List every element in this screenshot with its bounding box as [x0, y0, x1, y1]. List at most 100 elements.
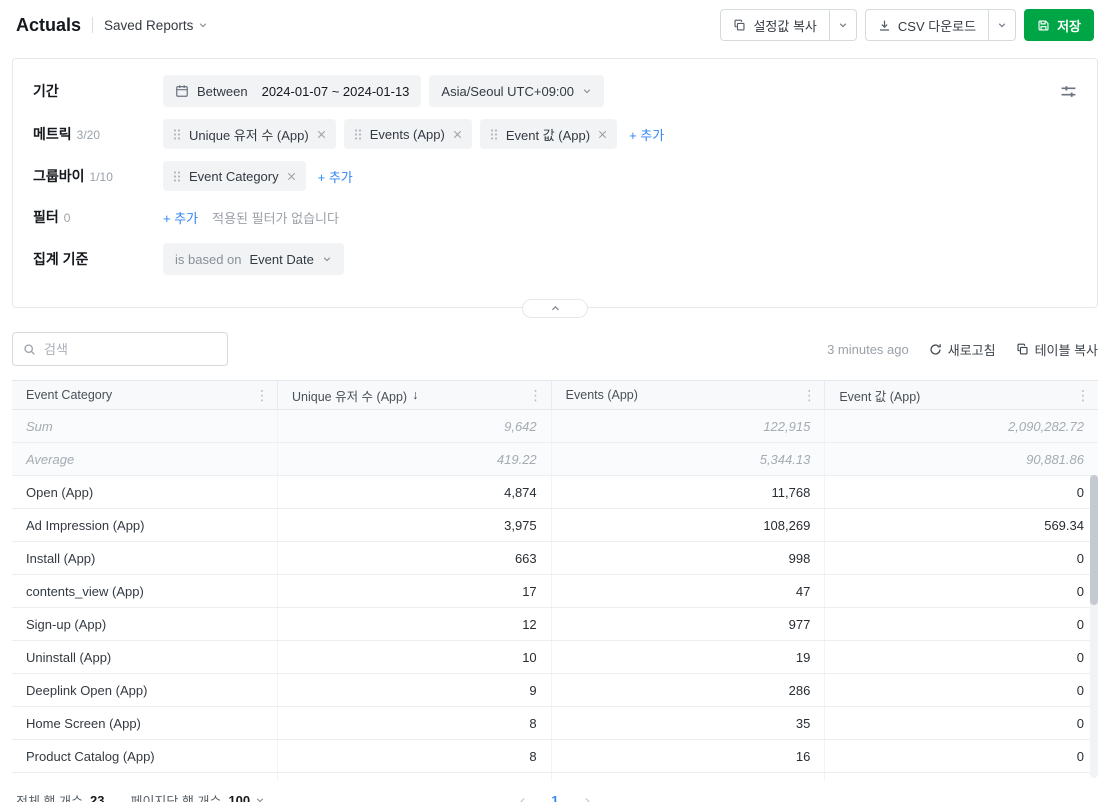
copy-settings-label: 설정값 복사	[753, 18, 817, 34]
groupby-chip[interactable]: Event Category	[163, 161, 306, 191]
column-menu-icon[interactable]: ⋮	[794, 388, 816, 402]
table-row[interactable]: Deeplink Open (App) 9 286 0	[12, 674, 1098, 707]
table-row[interactable]: Ad Impression (App) 3,975 108,269 569.34	[12, 509, 1098, 542]
rows-per-page-select[interactable]: 페이지당 행 개수 100	[131, 791, 266, 802]
column-menu-icon[interactable]: ⋮	[247, 388, 269, 402]
scrollbar-thumb[interactable]	[1090, 475, 1098, 605]
value-cell: 11,768	[550, 476, 825, 508]
drag-handle-icon[interactable]	[173, 128, 181, 141]
saved-reports-menu[interactable]: Saved Reports	[104, 18, 208, 33]
csv-download-group: CSV 다운로드	[864, 9, 1017, 41]
download-icon	[878, 19, 891, 32]
value-cell: 10	[277, 641, 551, 673]
metric-chip[interactable]: Event 값 (App)	[479, 119, 618, 149]
groupby-row: 그룹바이 1/10 Event Category + 추가	[33, 161, 1077, 191]
value-cell: 4,874	[277, 476, 551, 508]
groupby-count: 1/10	[89, 170, 113, 184]
table-row[interactable]: contents_view (App) 17 47 0	[12, 575, 1098, 608]
remove-chip-icon[interactable]	[598, 130, 607, 139]
chevron-down-icon	[198, 20, 208, 30]
value-cell: 16	[550, 740, 825, 772]
adjust-settings-icon[interactable]	[1060, 83, 1077, 100]
date-range-picker[interactable]: Between 2024-01-07 ~ 2024-01-13	[163, 75, 422, 107]
value-cell: 569.34	[824, 509, 1098, 541]
period-label: 기간	[33, 83, 59, 99]
copy-settings-dropdown-button[interactable]	[828, 9, 857, 41]
table-row[interactable]: Sign-up (App) 12 977 0	[12, 608, 1098, 641]
add-groupby-button[interactable]: + 추가	[318, 167, 353, 186]
value-cell: 12	[277, 608, 551, 640]
current-page[interactable]: 1	[551, 793, 558, 802]
search-box[interactable]	[12, 332, 228, 366]
sort-desc-icon[interactable]: ↓	[412, 388, 418, 402]
results-table: Event Category ⋮ Unique 유저 수 (App) ↓ ⋮ Events…	[12, 380, 1098, 780]
refresh-icon	[929, 343, 942, 356]
summary-label: Average	[26, 451, 75, 467]
table-row[interactable]: Home Screen (App) 8 35 0	[12, 707, 1098, 740]
table-toolbar: 3 minutes ago 새로고침 테이블 복사	[12, 332, 1098, 366]
remove-chip-icon[interactable]	[317, 130, 326, 139]
topbar-actions: 설정값 복사 CSV 다운로드 저장	[720, 9, 1094, 41]
timezone-select[interactable]: Asia/Seoul UTC+09:00	[429, 75, 605, 107]
column-header[interactable]: Event 값 (App) ⋮	[824, 381, 1098, 409]
aggregation-label: 집계 기준	[33, 251, 89, 267]
table-footer: 전체 행 개수 23 페이지당 행 개수 100 ‹ 1 ›	[0, 780, 1110, 802]
value-cell: 151	[550, 773, 825, 780]
csv-download-button[interactable]: CSV 다운로드	[864, 9, 990, 41]
remove-chip-icon[interactable]	[287, 172, 296, 181]
column-header[interactable]: Events (App) ⋮	[550, 381, 825, 409]
search-input[interactable]	[44, 341, 217, 357]
chevron-down-icon	[322, 254, 332, 264]
table-header-row: Event Category ⋮ Unique 유저 수 (App) ↓ ⋮ Events…	[12, 380, 1098, 410]
table-row[interactable]: Open (App) 4,874 11,768 0	[12, 476, 1098, 509]
filters-label: 필터	[33, 209, 59, 225]
scrollbar-track[interactable]	[1090, 475, 1098, 778]
chevron-down-icon	[255, 795, 265, 802]
refresh-button[interactable]: 새로고침	[929, 340, 996, 359]
copy-settings-button[interactable]: 설정값 복사	[720, 9, 830, 41]
total-rows-value: 23	[90, 792, 105, 802]
column-menu-icon[interactable]: ⋮	[521, 388, 543, 402]
aggregation-row: 집계 기준 is based on Event Date	[33, 243, 1077, 275]
collapse-panel-button[interactable]	[522, 299, 588, 318]
prev-page-button[interactable]: ‹	[520, 792, 526, 802]
column-header[interactable]: Unique 유저 수 (App) ↓ ⋮	[277, 381, 551, 409]
csv-download-dropdown-button[interactable]	[988, 9, 1017, 41]
table-row[interactable]: Install (App) 663 998 0	[12, 542, 1098, 575]
copy-table-button[interactable]: 테이블 복사	[1016, 340, 1098, 359]
add-metric-button[interactable]: + 추가	[629, 125, 664, 144]
summary-row: Average 419.22 5,344.13 90,881.86	[12, 443, 1098, 476]
metric-chip[interactable]: Events (App)	[343, 119, 472, 149]
groupby-label: 그룹바이	[33, 168, 85, 184]
metric-chip[interactable]: Unique 유저 수 (App)	[163, 119, 336, 149]
column-header-label: Events (App)	[565, 388, 638, 402]
aggregation-basis-select[interactable]: is based on Event Date	[163, 243, 344, 275]
table-row[interactable]: Uninstall (App) 10 19 0	[12, 641, 1098, 674]
table-row[interactable]: Product Catalog (App) 8 16 0	[12, 740, 1098, 773]
value-cell: 9,642	[277, 410, 551, 442]
save-label: 저장	[1057, 18, 1081, 34]
value-cell: 35	[550, 707, 825, 739]
value-cell: 47	[550, 575, 825, 607]
period-row: 기간 Between 2024-01-07 ~ 2024-01-13 Asia/…	[33, 75, 1077, 107]
drag-handle-icon[interactable]	[173, 170, 181, 183]
drag-handle-icon[interactable]	[354, 128, 362, 141]
value-cell: 134,596	[824, 773, 1098, 780]
save-button[interactable]: 저장	[1024, 9, 1094, 41]
add-filter-button[interactable]: + 추가	[163, 208, 198, 227]
value-cell: 2,090,282.72	[824, 410, 1098, 442]
column-header[interactable]: Event Category ⋮	[12, 381, 277, 409]
timezone-value: Asia/Seoul UTC+09:00	[441, 83, 575, 99]
category-cell: Open (App)	[26, 484, 94, 500]
value-cell: 9	[277, 674, 551, 706]
copy-icon	[733, 19, 746, 32]
next-page-button[interactable]: ›	[585, 792, 591, 802]
value-cell: 0	[824, 608, 1098, 640]
copy-settings-group: 설정값 복사	[720, 9, 857, 41]
copy-table-label: 테이블 복사	[1034, 342, 1098, 358]
table-row[interactable]: custom_category (App)8151134,596	[12, 773, 1098, 780]
value-cell: 0	[824, 707, 1098, 739]
column-menu-icon[interactable]: ⋮	[1068, 388, 1090, 402]
drag-handle-icon[interactable]	[490, 128, 498, 141]
remove-chip-icon[interactable]	[453, 130, 462, 139]
